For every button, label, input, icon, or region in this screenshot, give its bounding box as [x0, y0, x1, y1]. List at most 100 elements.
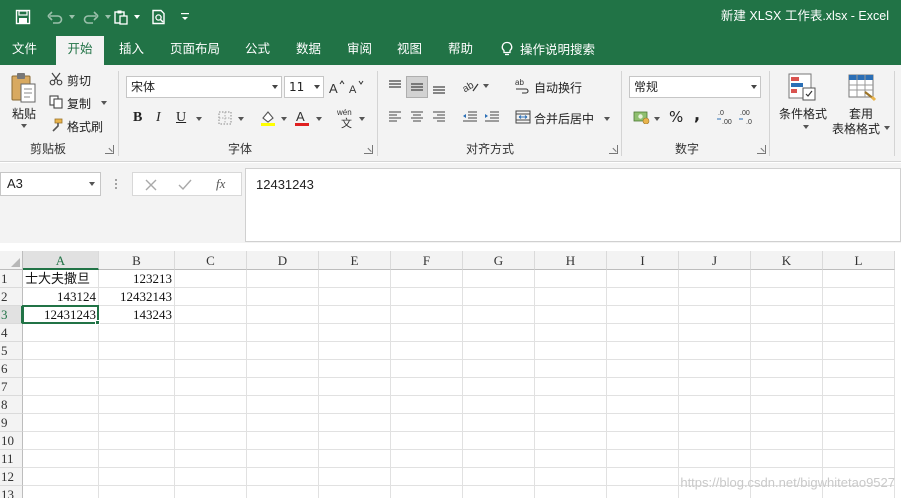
cell-e3[interactable]	[319, 306, 391, 324]
cell-j5[interactable]	[679, 342, 751, 360]
cell-c7[interactable]	[175, 378, 247, 396]
font-launcher-icon[interactable]	[364, 145, 373, 154]
cell-l2[interactable]	[823, 288, 895, 306]
merge-dropdown[interactable]	[604, 117, 610, 121]
cell-k11[interactable]	[751, 450, 823, 468]
column-header-c[interactable]: C	[175, 251, 247, 270]
cell-d8[interactable]	[247, 396, 319, 414]
cell-c10[interactable]	[175, 432, 247, 450]
alignment-launcher-icon[interactable]	[609, 145, 618, 154]
name-box[interactable]: A3	[0, 172, 101, 196]
cell-d12[interactable]	[247, 468, 319, 486]
cell-l7[interactable]	[823, 378, 895, 396]
row-header-7[interactable]: 7	[0, 378, 23, 396]
row-header-11[interactable]: 11	[0, 450, 23, 468]
cell-k4[interactable]	[751, 324, 823, 342]
cell-c9[interactable]	[175, 414, 247, 432]
cell-h3[interactable]	[535, 306, 607, 324]
cell-d5[interactable]	[247, 342, 319, 360]
cell-a7[interactable]	[23, 378, 99, 396]
column-header-i[interactable]: I	[607, 251, 679, 270]
cell-d2[interactable]	[247, 288, 319, 306]
cell-l8[interactable]	[823, 396, 895, 414]
align-middle-icon[interactable]	[406, 76, 428, 98]
print-preview-icon[interactable]	[148, 6, 170, 28]
font-color-icon[interactable]: A	[292, 108, 312, 128]
cell-e6[interactable]	[319, 360, 391, 378]
cell-h11[interactable]	[535, 450, 607, 468]
cell-d7[interactable]	[247, 378, 319, 396]
decrease-indent-icon[interactable]	[460, 108, 480, 126]
cell-l1[interactable]	[823, 270, 895, 288]
cell-e13[interactable]	[319, 486, 391, 498]
cell-d13[interactable]	[247, 486, 319, 498]
row-header-2[interactable]: 2	[0, 288, 23, 306]
column-header-f[interactable]: F	[391, 251, 463, 270]
cell-h7[interactable]	[535, 378, 607, 396]
cell-j4[interactable]	[679, 324, 751, 342]
align-left-icon[interactable]	[386, 108, 404, 126]
cell-f11[interactable]	[391, 450, 463, 468]
undo-dropdown-icon[interactable]	[67, 6, 77, 28]
align-center-icon[interactable]	[408, 108, 426, 126]
cell-b12[interactable]	[99, 468, 175, 486]
cell-h1[interactable]	[535, 270, 607, 288]
paste-dropdown[interactable]	[21, 124, 27, 128]
cell-g5[interactable]	[463, 342, 535, 360]
cell-h13[interactable]	[535, 486, 607, 498]
cell-b7[interactable]	[99, 378, 175, 396]
cell-b13[interactable]	[99, 486, 175, 498]
cell-i4[interactable]	[607, 324, 679, 342]
cell-f2[interactable]	[391, 288, 463, 306]
cell-d4[interactable]	[247, 324, 319, 342]
font-size-combo[interactable]: 11	[284, 76, 324, 98]
cell-d9[interactable]	[247, 414, 319, 432]
bold-button[interactable]: B	[133, 110, 142, 126]
cell-i5[interactable]	[607, 342, 679, 360]
cell-a12[interactable]	[23, 468, 99, 486]
cell-h4[interactable]	[535, 324, 607, 342]
column-header-l[interactable]: L	[823, 251, 895, 270]
cell-a11[interactable]	[23, 450, 99, 468]
cell-b2[interactable]: 12432143	[99, 288, 175, 306]
cell-h5[interactable]	[535, 342, 607, 360]
clipboard-launcher-icon[interactable]	[105, 145, 114, 154]
column-header-j[interactable]: J	[679, 251, 751, 270]
cell-k7[interactable]	[751, 378, 823, 396]
tell-me-search[interactable]: 操作说明搜索	[500, 33, 595, 65]
tab-help[interactable]: 帮助	[448, 33, 473, 65]
cell-l3[interactable]	[823, 306, 895, 324]
select-all-button[interactable]	[0, 251, 23, 270]
cell-g1[interactable]	[463, 270, 535, 288]
cell-b1[interactable]: 123213	[99, 270, 175, 288]
row-header-3[interactable]: 3	[0, 306, 23, 324]
insert-function-icon[interactable]: fx	[216, 176, 225, 192]
paste-dropdown-icon[interactable]	[132, 6, 142, 28]
cell-a4[interactable]	[23, 324, 99, 342]
cell-g7[interactable]	[463, 378, 535, 396]
cell-h8[interactable]	[535, 396, 607, 414]
copy-icon[interactable]	[48, 94, 64, 110]
cell-c13[interactable]	[175, 486, 247, 498]
cut-label[interactable]: 剪切	[67, 72, 91, 89]
cell-b4[interactable]	[99, 324, 175, 342]
cell-f7[interactable]	[391, 378, 463, 396]
cell-g11[interactable]	[463, 450, 535, 468]
cell-a5[interactable]	[23, 342, 99, 360]
cell-h2[interactable]	[535, 288, 607, 306]
cell-a6[interactable]	[23, 360, 99, 378]
cell-f8[interactable]	[391, 396, 463, 414]
cell-f13[interactable]	[391, 486, 463, 498]
cell-l9[interactable]	[823, 414, 895, 432]
conditional-format-label[interactable]: 条件格式	[779, 105, 827, 122]
copy-dropdown[interactable]	[101, 101, 107, 105]
cell-i11[interactable]	[607, 450, 679, 468]
row-header-4[interactable]: 4	[0, 324, 23, 342]
cell-l4[interactable]	[823, 324, 895, 342]
column-header-k[interactable]: K	[751, 251, 823, 270]
cell-g2[interactable]	[463, 288, 535, 306]
cell-h10[interactable]	[535, 432, 607, 450]
cell-d11[interactable]	[247, 450, 319, 468]
phonetic-dropdown[interactable]	[359, 117, 365, 121]
row-header-13[interactable]: 13	[0, 486, 23, 498]
